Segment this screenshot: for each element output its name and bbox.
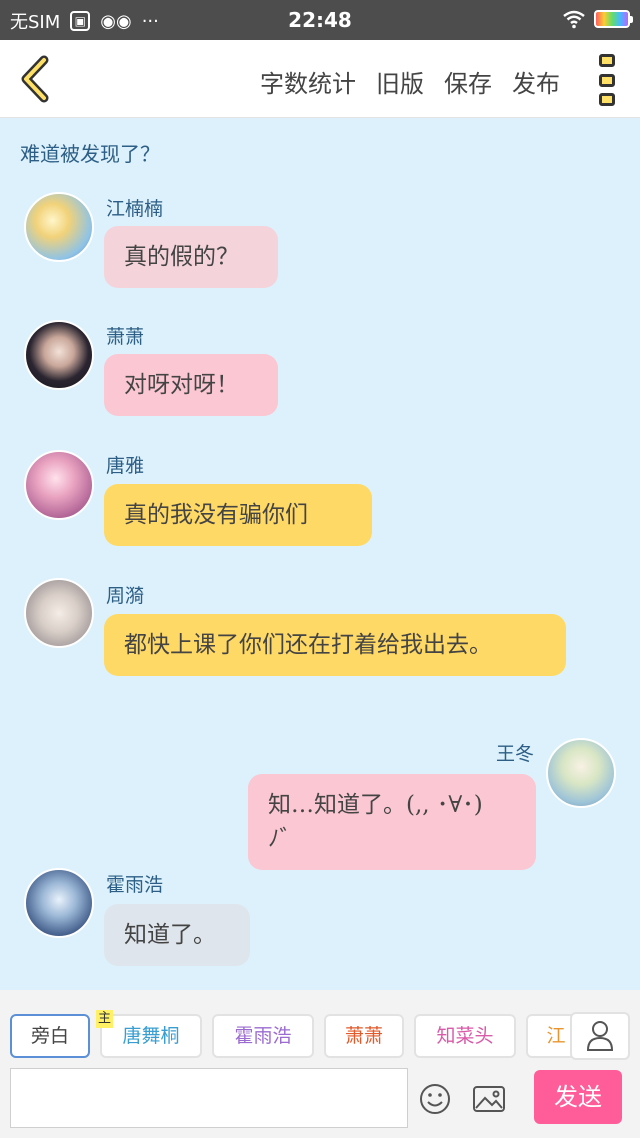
more-menu-button[interactable] xyxy=(594,54,620,106)
send-button[interactable]: 发送 xyxy=(534,1070,622,1124)
image-icon xyxy=(473,1086,505,1112)
menu-dot xyxy=(599,73,615,87)
sender-name: 江楠楠 xyxy=(106,198,164,220)
character-chip[interactable]: 霍雨浩 xyxy=(212,1014,314,1058)
status-time: 22:48 xyxy=(288,8,352,32)
character-chip-narrator[interactable]: 旁白 xyxy=(10,1014,90,1058)
manage-characters-button[interactable] xyxy=(570,1012,630,1060)
message-bubble[interactable]: 知道了。 xyxy=(104,904,250,966)
character-selector: 旁白 主 唐舞桐 霍雨浩 萧萧 知菜头 江 xyxy=(0,990,640,1060)
character-chip-label: 知菜头 xyxy=(436,1025,494,1047)
status-right xyxy=(562,9,633,29)
header-actions: 字数统计 旧版 保存 发布 xyxy=(260,64,560,99)
protagonist-tag: 主 xyxy=(96,1010,114,1028)
sender-name: 萧萧 xyxy=(106,326,145,348)
user-icon xyxy=(586,1021,614,1051)
emoji-button[interactable] xyxy=(418,1082,452,1116)
character-chip-label: 霍雨浩 xyxy=(234,1025,292,1047)
menu-dot xyxy=(599,93,615,106)
message-bubble[interactable]: 对呀对呀！ xyxy=(104,354,278,416)
insert-image-button[interactable] xyxy=(472,1084,506,1114)
message-bubble[interactable]: 真的我没有骗你们 xyxy=(104,484,372,546)
avatar[interactable] xyxy=(24,320,94,390)
sender-name: 周漪 xyxy=(106,585,145,607)
sender-name: 王冬 xyxy=(496,743,535,765)
message-bubble[interactable]: 真的假的？ xyxy=(104,226,278,288)
message-input[interactable] xyxy=(10,1068,408,1128)
message-bubble[interactable]: 知…知道了。(,, ･∀･)ﾉ゛ xyxy=(248,774,536,870)
word-count-button[interactable]: 字数统计 xyxy=(260,64,356,99)
character-chip[interactable]: 主 唐舞桐 xyxy=(96,1010,202,1058)
avatar[interactable] xyxy=(24,578,94,648)
editor-header: 字数统计 旧版 保存 发布 xyxy=(0,40,640,118)
smiley-icon xyxy=(420,1084,450,1114)
back-button[interactable] xyxy=(14,54,58,104)
menu-dot xyxy=(599,54,615,67)
character-chip[interactable]: 萧萧 xyxy=(324,1014,404,1058)
status-bar: 无SIM ▣ ◉◉ ··· 22:48 xyxy=(0,0,640,40)
avatar[interactable] xyxy=(546,738,616,808)
sender-name: 唐雅 xyxy=(106,455,145,477)
avatar[interactable] xyxy=(24,450,94,520)
publish-button[interactable]: 发布 xyxy=(512,64,560,99)
character-chip-label: 江 xyxy=(546,1025,566,1047)
wifi-icon xyxy=(563,10,585,29)
sender-name: 霍雨浩 xyxy=(106,874,164,896)
character-chip[interactable]: 知菜头 xyxy=(414,1014,516,1058)
message-bubble[interactable]: 都快上课了你们还在打着给我出去。 xyxy=(104,614,566,676)
narration-text: 难道被发现了？ xyxy=(20,142,160,166)
composer-panel: 旁白 主 唐舞桐 霍雨浩 萧萧 知菜头 江 发送 xyxy=(0,990,640,1138)
battery-icon xyxy=(594,10,633,28)
chevron-left-icon xyxy=(21,55,49,103)
character-chip-label: 旁白 xyxy=(30,1025,69,1047)
save-button[interactable]: 保存 xyxy=(444,64,492,99)
character-chip-label: 萧萧 xyxy=(344,1025,383,1047)
character-chip-label: 唐舞桐 xyxy=(122,1025,180,1047)
avatar[interactable] xyxy=(24,868,94,938)
avatar[interactable] xyxy=(24,192,94,262)
input-row: 发送 xyxy=(0,1064,640,1134)
old-version-button[interactable]: 旧版 xyxy=(376,64,424,99)
